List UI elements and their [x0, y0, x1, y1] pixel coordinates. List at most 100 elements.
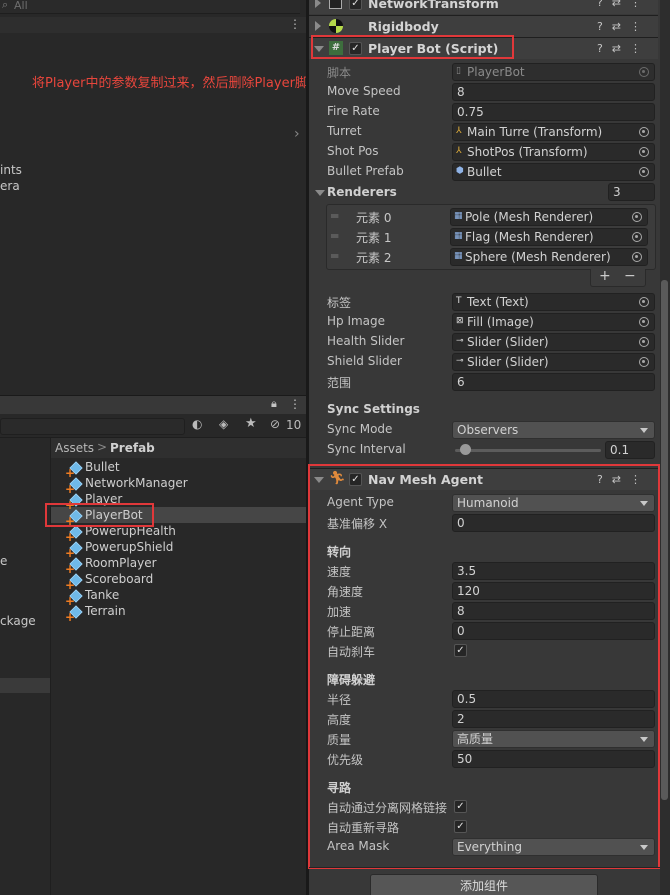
prefab-icon: + [65, 557, 83, 575]
range-input[interactable]: 6 [452, 373, 655, 391]
project-toolbar: 🔒︎ ⋮ [0, 396, 306, 414]
element-label: 元素 0 [356, 211, 392, 225]
chevron-right-icon[interactable]: › [294, 126, 300, 142]
move-speed-input[interactable]: 8 [452, 83, 655, 101]
component-header-networktransform[interactable]: ✓ NetworkTransform ?⇄⋮ [309, 0, 658, 14]
component-header-icons[interactable]: ?⇄⋮ [597, 20, 650, 33]
file-item[interactable]: Tanke [85, 588, 119, 602]
turret-field[interactable]: ⅄ Main Turre (Transform) [452, 123, 655, 141]
component-name: NetworkTransform [368, 0, 499, 11]
list-footer: + − [590, 268, 646, 287]
network-transform-icon [329, 0, 342, 9]
prefab-icon: + [65, 541, 83, 559]
renderer-field[interactable]: ▦ Pole (Mesh Renderer) [450, 208, 648, 226]
component-header-rigidbody[interactable]: Rigidbody ?⇄⋮ [309, 15, 658, 37]
prefab-icon: ⬢ [456, 166, 464, 176]
sync-interval-slider-track[interactable] [455, 449, 601, 452]
renderer-field[interactable]: ▦ Sphere (Mesh Renderer) [450, 248, 648, 266]
breadcrumb-assets[interactable]: Assets [55, 441, 94, 455]
hp-image-label: Hp Image [327, 314, 386, 328]
file-item[interactable]: Terrain [85, 604, 126, 618]
object-picker-icon [639, 297, 649, 307]
sync-interval-input[interactable]: 0.1 [605, 441, 655, 459]
hierarchy-item-partial[interactable]: era [0, 179, 20, 193]
rigidbody-icon [329, 19, 343, 33]
prefab-icon: + [65, 461, 83, 479]
bullet-prefab-field[interactable]: ⬢ Bullet [452, 163, 655, 181]
renderers-count-input[interactable]: 3 [608, 183, 655, 201]
search-icon: ⌕ [2, 0, 9, 11]
mesh-renderer-icon: ▦ [454, 231, 463, 241]
label-tag-icon[interactable]: ◈ [219, 417, 228, 431]
file-item[interactable]: Bullet [85, 460, 120, 474]
prefab-icon: + [65, 525, 83, 543]
text-icon: T [456, 296, 462, 306]
element-label: 元素 2 [356, 251, 392, 265]
search-placeholder: All [14, 0, 28, 12]
renderer-field[interactable]: ▦ Flag (Mesh Renderer) [450, 228, 648, 246]
sync-mode-label: Sync Mode [327, 422, 393, 436]
prefab-icon: + [65, 589, 83, 607]
image-icon: ⊠ [456, 316, 464, 326]
hierarchy-scene-row[interactable]: ⋮ [0, 17, 306, 33]
hierarchy-panel: ⌕ All ⋮ ints era › 将Player中的参数复制过来，然后删除P… [0, 0, 321, 395]
hidden-eye-icon[interactable]: ⊘ [270, 417, 280, 431]
remove-element-button[interactable]: − [624, 268, 636, 284]
prefab-icon: + [65, 477, 83, 495]
component-header-icons[interactable]: ?⇄⋮ [597, 0, 650, 9]
bullet-prefab-label: Bullet Prefab [327, 164, 404, 178]
renderers-foldout-icon[interactable] [315, 190, 325, 196]
turret-label: Turret [327, 124, 362, 138]
lock-icon[interactable]: 🔒︎ [271, 397, 277, 411]
shot-pos-field[interactable]: ⅄ ShotPos (Transform) [452, 143, 655, 161]
breadcrumb-prefab[interactable]: Prefab [110, 441, 155, 455]
object-picker-icon [639, 147, 649, 157]
prefab-icon: + [65, 573, 83, 591]
object-picker-icon [639, 337, 649, 347]
object-picker-icon [639, 317, 649, 327]
mesh-renderer-icon: ▦ [454, 211, 463, 221]
add-element-button[interactable]: + [599, 268, 611, 284]
favorite-star-icon[interactable]: ★ [245, 416, 257, 431]
move-speed-label: Move Speed [327, 84, 401, 98]
sync-mode-dropdown[interactable]: Observers [452, 421, 655, 439]
more-icon[interactable]: ⋮ [289, 17, 301, 31]
health-slider-label: Health Slider [327, 334, 405, 348]
shield-slider-field[interactable]: ⊸ Slider (Slider) [452, 353, 655, 371]
file-item[interactable]: RoomPlayer [85, 556, 157, 570]
script-label: 脚本 [327, 66, 352, 80]
more-icon[interactable]: ⋮ [289, 397, 301, 411]
component-header-icons[interactable]: ?⇄⋮ [597, 42, 650, 55]
tag-field[interactable]: T Text (Text) [452, 293, 655, 311]
file-item[interactable]: NetworkManager [85, 476, 188, 490]
hierarchy-search-bar[interactable]: ⌕ All [0, 0, 300, 14]
object-picker-icon [632, 252, 642, 262]
sync-interval-label: Sync Interval [327, 442, 406, 456]
object-picker-icon [639, 167, 649, 177]
navmesh-highlight [308, 464, 660, 869]
folder-item-partial[interactable]: e [0, 554, 7, 568]
health-slider-field[interactable]: ⊸ Slider (Slider) [452, 333, 655, 351]
folder-item-partial[interactable]: ckage [0, 614, 36, 628]
hierarchy-item-partial[interactable]: ints [0, 163, 22, 177]
transform-icon: ⅄ [456, 126, 462, 136]
fire-rate-label: Fire Rate [327, 104, 380, 118]
filter-by-type-icon[interactable]: ◐ [192, 417, 202, 431]
breadcrumb-separator: > [97, 440, 108, 454]
file-item[interactable]: PowerupShield [85, 540, 173, 554]
file-item[interactable]: Scoreboard [85, 572, 153, 586]
folder-item-selected[interactable] [0, 678, 50, 693]
add-component-button[interactable]: 添加组件 [370, 874, 598, 895]
project-search-input[interactable] [0, 418, 185, 435]
drag-handle-icon[interactable]: ═ [331, 229, 338, 243]
breadcrumb: Assets > Prefab [51, 438, 306, 458]
drag-handle-icon[interactable]: ═ [331, 209, 338, 223]
renderers-label[interactable]: Renderers [327, 185, 397, 199]
slider-icon: ⊸ [456, 356, 464, 366]
enable-checkbox[interactable]: ✓ [349, 0, 362, 10]
drag-handle-icon[interactable]: ═ [331, 249, 338, 263]
hp-image-field[interactable]: ⊠ Fill (Image) [452, 313, 655, 331]
playerbot-header-highlight [311, 35, 514, 59]
fire-rate-input[interactable]: 0.75 [452, 103, 655, 121]
scrollbar-thumb[interactable] [661, 280, 668, 800]
